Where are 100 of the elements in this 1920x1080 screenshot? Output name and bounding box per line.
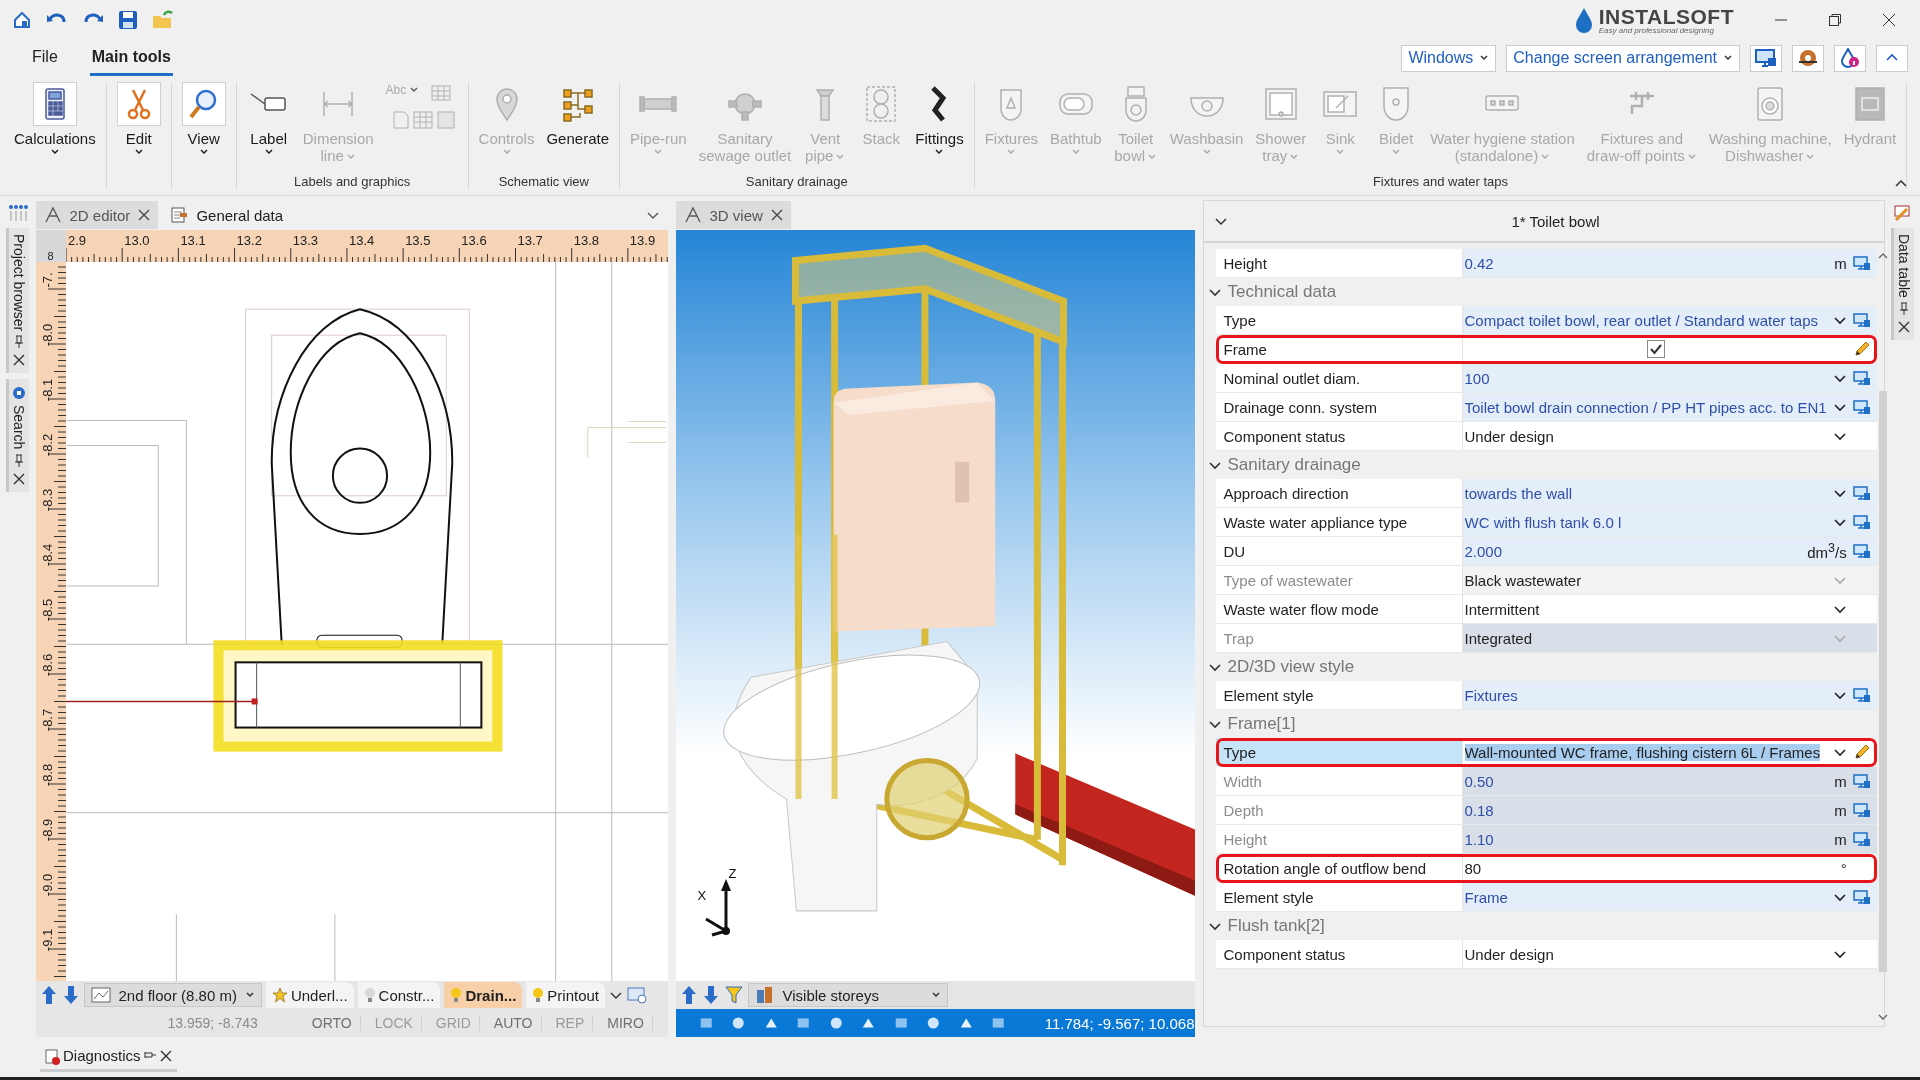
close-icon[interactable] <box>1882 13 1896 27</box>
restore-icon[interactable] <box>1828 13 1842 27</box>
layer-tab[interactable]: Underl... <box>265 982 354 1008</box>
film-roll-button[interactable] <box>1792 44 1824 72</box>
property-row[interactable]: Approach direction towards the wall <box>1215 479 1877 508</box>
arrow-down-icon[interactable] <box>701 984 720 1006</box>
property-label: Component status <box>1215 940 1463 968</box>
filter-icon[interactable] <box>723 984 744 1006</box>
snap-toggle[interactable]: AUTO <box>493 1015 542 1031</box>
close-icon[interactable] <box>770 209 783 221</box>
property-row[interactable]: Height 0.42 m <box>1215 249 1877 278</box>
layer-tab[interactable]: Printout <box>526 982 605 1008</box>
computer-icon[interactable] <box>1852 514 1871 530</box>
document-tab[interactable]: 2D editor <box>35 201 159 229</box>
property-row[interactable]: DU 2.000 dm$^{3}$/s <box>1215 537 1877 566</box>
dock-tab[interactable]: Search <box>6 379 30 492</box>
ribbon-button[interactable]: Edit <box>110 82 167 157</box>
value-cell[interactable]: 100 <box>1462 364 1877 392</box>
property-row[interactable]: Drainage conn. system Toilet bowl drain connection / PP HT pipes acc. to EN1 <box>1215 393 1877 422</box>
windows-dropdown[interactable]: Windows <box>1401 44 1497 72</box>
property-row[interactable]: Frame <box>1215 335 1877 364</box>
save-icon[interactable] <box>118 10 138 30</box>
pencil-icon[interactable] <box>1852 743 1871 761</box>
computer-icon[interactable] <box>1852 889 1871 905</box>
checkbox[interactable] <box>1646 340 1665 358</box>
value-cell[interactable]: 2.000 dm$^{3}$/s <box>1462 537 1877 565</box>
property-row[interactable]: Waste water flow mode Intermittent <box>1215 595 1877 624</box>
home-icon[interactable] <box>12 10 32 30</box>
dock-tab[interactable]: Data table <box>1890 228 1914 340</box>
snap-toggle[interactable]: ORTO <box>311 1015 361 1031</box>
section-title: Flush tank[2] <box>1227 916 1325 936</box>
property-row[interactable]: Component status Under design <box>1215 422 1877 451</box>
ribbon-button[interactable]: Fittings <box>909 82 970 157</box>
computer-icon[interactable] <box>1852 370 1871 386</box>
snap-toggle[interactable]: MIRO <box>607 1015 653 1031</box>
menu-tab[interactable]: File <box>30 40 60 76</box>
property-row[interactable]: Element style Fixtures <box>1215 681 1877 710</box>
value-cell[interactable]: Frame <box>1462 883 1877 911</box>
value-cell[interactable]: 0.42 m <box>1462 249 1877 277</box>
computer-icon[interactable] <box>1852 687 1871 703</box>
cursor-coordinates: 11.784; -9.567; 10.068 <box>1044 1014 1195 1032</box>
layer-tab[interactable]: Constr... <box>357 982 441 1008</box>
window-icon[interactable] <box>627 986 647 1004</box>
property-label: Element style <box>1215 681 1463 709</box>
value-cell[interactable]: Wall-mounted WC frame, flushing cistern 6L / Frames <box>1462 738 1877 766</box>
section-title: Sanitary drainage <box>1227 455 1361 475</box>
property-row[interactable]: Type Compact toilet bowl, rear outlet / Standard water taps <box>1215 306 1877 335</box>
close-icon[interactable] <box>138 209 151 221</box>
scroll-down-icon[interactable] <box>1876 1012 1889 1022</box>
unit-label: m <box>1834 772 1847 790</box>
axis-label: Z <box>728 866 737 881</box>
dock-tab[interactable]: Project browser <box>6 228 30 374</box>
collapse-ribbon-button[interactable] <box>1876 44 1908 72</box>
arrow-up-icon[interactable] <box>679 984 698 1006</box>
scrollbar-thumb[interactable] <box>1878 391 1887 972</box>
star-icon <box>271 987 288 1003</box>
property-row[interactable]: Nominal outlet diam. 100 <box>1215 364 1877 393</box>
document-tab[interactable]: General data <box>162 201 292 229</box>
value-cell[interactable]: Toilet bowl drain connection / PP HT pipes acc. to EN1 <box>1462 393 1877 421</box>
property-row[interactable]: Component status Under design <box>1215 940 1877 969</box>
ruler-label: 13.8 <box>573 233 599 249</box>
arrangement-dropdown[interactable]: Change screen arrangement <box>1506 44 1740 72</box>
ruler-label: 13.6 <box>460 233 487 249</box>
folder-icon[interactable] <box>152 10 174 30</box>
scroll-up-icon[interactable] <box>1876 251 1889 261</box>
floor-dropdown[interactable]: 2nd floor (8.80 m) <box>83 983 262 1007</box>
property-label: Nominal outlet diam. <box>1215 364 1463 392</box>
value-cell[interactable]: Under design <box>1462 422 1877 450</box>
document-tab[interactable]: 3D view <box>675 201 791 229</box>
layer-tab[interactable]: Drain... <box>444 982 523 1008</box>
computer-icon[interactable] <box>1852 312 1871 328</box>
value-cell[interactable]: Intermittent <box>1462 595 1877 623</box>
drop-info-button[interactable] <box>1834 44 1866 72</box>
ribbon-button[interactable]: Generate <box>540 82 615 147</box>
ribbon-button[interactable]: Label <box>240 82 297 157</box>
computer-icon[interactable] <box>1852 485 1871 501</box>
arrow-down-icon[interactable] <box>61 984 80 1006</box>
menu-tab[interactable]: Main tools <box>89 40 173 76</box>
property-value: Toilet bowl drain connection / PP HT pipes acc. to EN1 <box>1464 398 1827 416</box>
ribbon-button[interactable]: Calculations <box>8 82 102 157</box>
value-cell[interactable]: Compact toilet bowl, rear outlet / Standard water taps <box>1462 306 1877 334</box>
property-value: Fixtures <box>1464 686 1518 704</box>
value-cell[interactable]: 80 ° <box>1462 854 1877 882</box>
property-row[interactable]: Rotation angle of outflow bend 80 ° <box>1215 854 1877 883</box>
property-label: Type <box>1215 738 1463 766</box>
computer-icon[interactable] <box>1852 399 1871 415</box>
property-row[interactable]: Type Wall-mounted WC frame, flushing cistern 6L / Frames <box>1215 738 1877 767</box>
monitor-button[interactable] <box>1750 44 1782 72</box>
computer-icon[interactable] <box>1852 543 1871 559</box>
computer-icon[interactable] <box>1852 255 1871 271</box>
value-cell[interactable]: Under design <box>1462 940 1877 968</box>
arrow-up-icon[interactable] <box>39 984 58 1006</box>
property-row[interactable]: Waste water appliance type WC with flush tank 6.0 l <box>1215 508 1877 537</box>
value-cell[interactable]: towards the wall <box>1462 479 1877 507</box>
value-cell[interactable]: Fixtures <box>1462 681 1877 709</box>
property-row[interactable]: Element style Frame <box>1215 883 1877 912</box>
pencil-icon[interactable] <box>1852 340 1871 358</box>
ribbon-button[interactable]: View <box>175 82 232 157</box>
value-cell[interactable]: WC with flush tank 6.0 l <box>1462 508 1877 536</box>
storeys-dropdown[interactable]: Visible storeys <box>747 983 948 1007</box>
